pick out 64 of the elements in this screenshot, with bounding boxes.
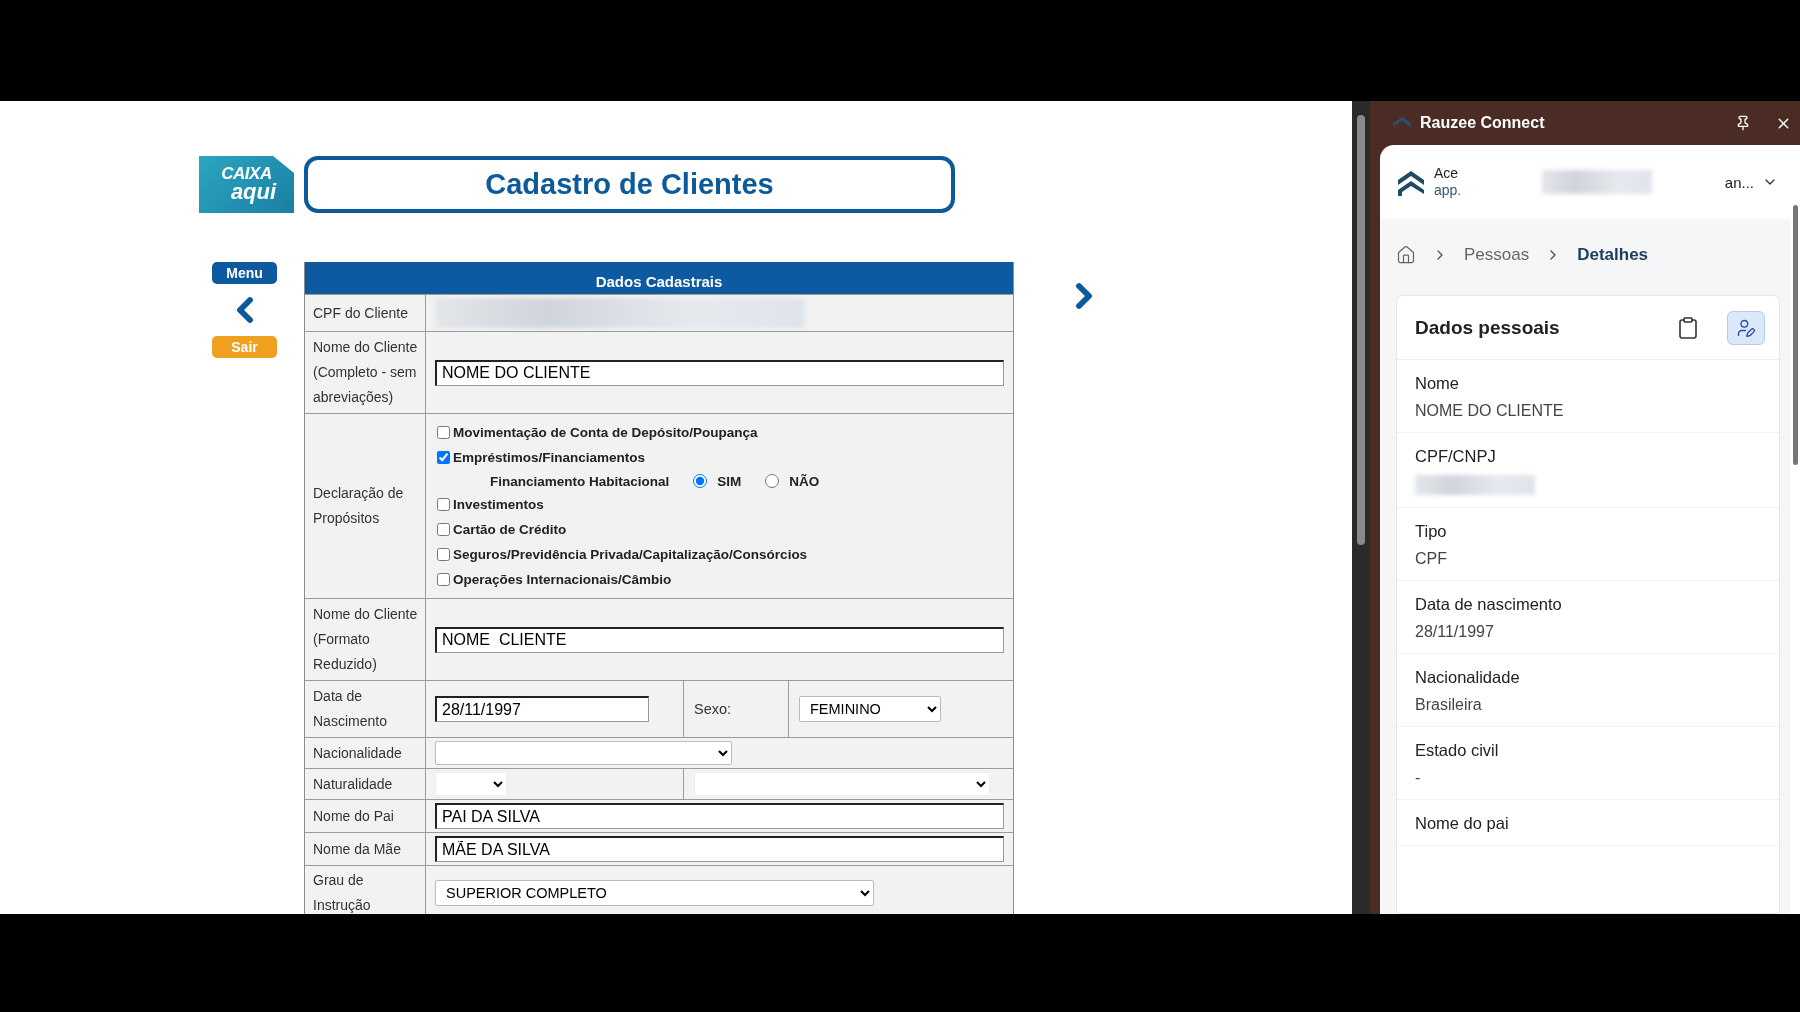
logo-icon xyxy=(1396,168,1426,196)
field-label: CPF/CNPJ xyxy=(1415,447,1497,466)
table-header: Dados Cadastrais xyxy=(305,262,1013,294)
field-value: NOME DO CLIENTE xyxy=(1415,402,1565,420)
field-value: - xyxy=(1415,769,1422,787)
field-label: Nome da Mãe xyxy=(305,833,426,865)
user-edit-icon xyxy=(1736,317,1756,338)
text-field[interactable]: NOME CLIENTE xyxy=(435,626,1004,653)
scrollbar[interactable] xyxy=(1352,101,1370,914)
option-label: Investimentos xyxy=(453,497,544,512)
field-label: Sexo: xyxy=(683,681,789,737)
text-field[interactable]: MÃE DA SILVA xyxy=(435,836,1004,862)
menu-button[interactable]: Menu xyxy=(212,262,277,284)
field-label: Nacionalidade xyxy=(305,738,426,768)
checkbox[interactable] xyxy=(437,523,450,536)
field-label: Naturalidade xyxy=(305,769,426,799)
checkbox[interactable] xyxy=(437,498,450,511)
field-value: 28/11/1997 xyxy=(1415,623,1495,641)
panel-title: Rauzee Connect xyxy=(1420,114,1546,132)
field-label: Nacionalidade xyxy=(1415,668,1521,687)
page-title: Cadastro de Clientes xyxy=(304,156,955,213)
option-label: Financiamento Habitacional xyxy=(490,473,670,489)
dropdown[interactable]: FEMININO xyxy=(799,696,941,722)
home-icon[interactable] xyxy=(1396,245,1416,265)
radio-button[interactable] xyxy=(693,474,708,488)
option-label: Movimentação de Conta de Depósito/Poupança xyxy=(453,425,758,440)
option-label: Cartão de Crédito xyxy=(453,522,567,537)
radio-label: SIM xyxy=(717,473,742,489)
field-label: Tipo xyxy=(1415,522,1448,541)
text-field[interactable]: NOME DO CLIENTE xyxy=(435,359,1004,386)
field-label: Nome do Cliente (Completo - sem abreviações) xyxy=(305,332,426,413)
user-edit-button[interactable] xyxy=(1727,310,1765,345)
checkbox[interactable] xyxy=(437,548,450,561)
option-label: Operações Internacionais/Câmbio xyxy=(453,572,672,587)
logo: CAIXA aqui xyxy=(199,156,294,213)
field-value: CPF xyxy=(1415,550,1448,568)
text-field[interactable]: PAI DA SILVA xyxy=(435,803,1004,829)
date-field[interactable]: 28/11/1997 xyxy=(435,696,649,722)
checkbox[interactable] xyxy=(437,573,450,586)
pin-icon[interactable] xyxy=(1735,115,1751,131)
field-label: Estado civil xyxy=(1415,741,1500,760)
field-label: Nome do Cliente (Formato Reduzido) xyxy=(305,599,426,680)
card-title: Dados pessoais xyxy=(1415,316,1561,339)
field-label: Data de Nascimento xyxy=(305,681,426,737)
account-name: Ace xyxy=(1434,165,1460,182)
field-label: CPF do Cliente xyxy=(305,295,426,331)
breadcrumb-item[interactable]: Pessoas xyxy=(1464,245,1530,265)
option-label: Seguros/Previdência Privada/Capitalização/Consórcios xyxy=(453,547,808,562)
field-value: Brasileira xyxy=(1415,696,1483,714)
radio-label: NÃO xyxy=(789,473,820,489)
account-url: app. xyxy=(1434,182,1463,199)
field-label: Data de nascimento xyxy=(1415,595,1563,614)
field-label: Declaração de Propósitos xyxy=(305,414,426,598)
field-label: Nome do Pai xyxy=(305,800,426,832)
clipboard-icon xyxy=(1676,315,1700,340)
dropdown[interactable]: SUPERIOR COMPLETO xyxy=(435,880,874,906)
checkbox[interactable] xyxy=(437,426,450,439)
option-label: Empréstimos/Financiamentos xyxy=(453,450,646,465)
account-label: an... xyxy=(1724,173,1754,191)
checkbox[interactable] xyxy=(437,451,450,464)
breadcrumb-item[interactable]: Detalhes xyxy=(1577,245,1649,265)
radio-button[interactable] xyxy=(765,474,780,488)
field-label: Nome do pai xyxy=(1415,814,1510,833)
field-label: Nome xyxy=(1415,374,1460,393)
